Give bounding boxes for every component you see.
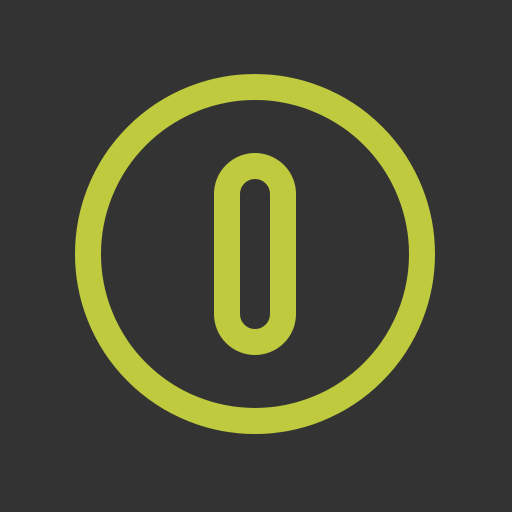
power-icon-tile — [0, 0, 512, 512]
power-icon[interactable] — [0, 0, 512, 512]
